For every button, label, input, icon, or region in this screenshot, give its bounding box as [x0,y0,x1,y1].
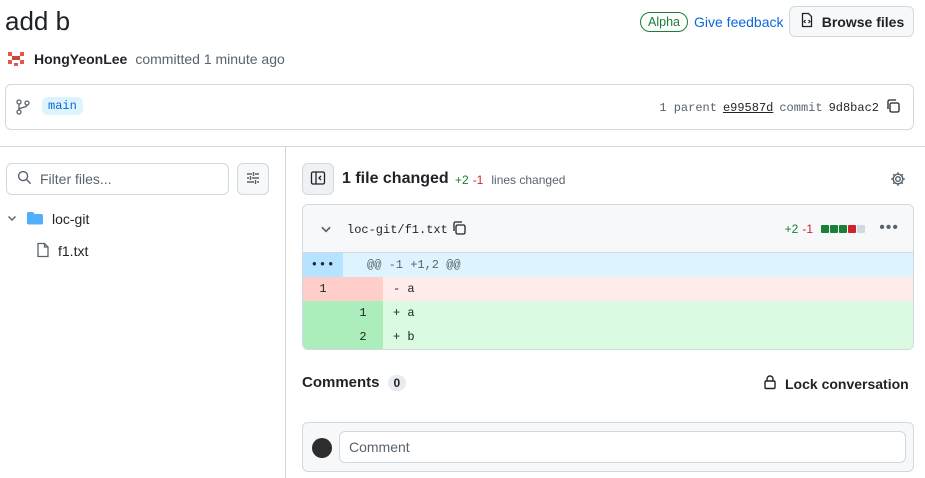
file-code-icon [799,12,815,31]
comments-title: Comments [302,374,380,391]
browse-files-label: Browse files [821,13,905,30]
diff-row: 1 + a [303,301,913,325]
hunk-row: ••• @@ -1 +1,2 @@ [303,253,913,277]
old-line-number[interactable] [303,325,343,349]
diff-file-path[interactable]: loc-git/f1.txt [347,223,448,237]
diff-code: - a [393,282,415,296]
folder-label: loc-git [52,211,90,227]
lines-changed-label: lines changed [491,173,566,187]
diff-stat-blocks [821,225,865,233]
comments-count-badge: 0 [387,374,407,391]
diff-stat-block-neutral [857,225,865,233]
lock-conversation-label: Lock conversation [785,375,909,392]
file-label: f1.txt [58,243,89,259]
sidebar-divider [285,147,286,478]
file-additions: +2 [784,222,799,236]
additions-count: +2 [455,173,469,187]
gear-icon [890,171,906,190]
lines-changed-summary: +2 -1 lines changed [455,173,565,187]
new-line-number[interactable]: 2 [343,325,383,349]
alpha-badge: Alpha [640,12,688,32]
file-icon [36,242,50,261]
deletions-count: -1 [472,173,484,187]
new-line-number[interactable]: 1 [343,301,383,325]
branch-name[interactable]: main [42,97,83,115]
copy-icon[interactable] [885,98,901,118]
comment-input[interactable]: Comment [339,431,906,463]
give-feedback-link[interactable]: Give feedback [694,14,784,30]
more-options-icon[interactable]: ••• [879,219,899,237]
author-row: HongYeonLee committed 1 minute ago [6,49,285,69]
commit-meta: 1 parent e99587d commit 9d8bac2 [659,98,901,118]
diff-stat-block-add [821,225,829,233]
copy-icon[interactable] [451,220,467,239]
commit-time: committed 1 minute ago [135,51,285,67]
folder-icon [26,210,44,229]
diff-settings-button[interactable] [886,168,910,192]
commit-sha: 9d8bac2 [828,101,879,115]
git-branch-icon [16,99,30,118]
avatar [312,438,332,458]
diff-file-block: loc-git/f1.txt +2 -1 ••• ••• @@ -1 +1,2 … [302,204,914,350]
filter-files-input[interactable]: Filter files... [6,163,229,195]
browse-files-button[interactable]: Browse files [789,6,914,37]
files-changed-count: 1 file changed [342,170,449,187]
diff-stat-block-add [839,225,847,233]
diff-stat: +2 -1 [785,222,865,236]
commit-title: add b [5,6,71,36]
parents-label: 1 parent [659,101,717,115]
old-line-number[interactable]: 1 [303,277,343,301]
sidebar-collapse-icon [310,170,326,189]
commit-label: commit [779,101,823,115]
diff-code: + b [393,330,415,344]
comment-composer: Comment [302,422,914,472]
diff-row: 2 + b [303,325,913,349]
diff-stat-block-del [848,225,856,233]
avatar[interactable] [6,49,26,69]
new-line-number[interactable] [343,277,383,301]
diff-code: + a [393,306,415,320]
diff-file-header: loc-git/f1.txt +2 -1 ••• [303,205,913,253]
hunk-header: @@ -1 +1,2 @@ [367,258,461,272]
lock-icon [763,374,777,393]
chevron-down-icon [6,211,18,227]
expand-hunk-button[interactable]: ••• [303,253,343,277]
tree-folder-loc-git[interactable]: loc-git [6,208,89,230]
filter-files-placeholder: Filter files... [40,171,112,187]
file-deletions: -1 [802,222,813,236]
tree-file-f1[interactable]: f1.txt [36,240,88,262]
comments-heading: Comments 0 [302,374,407,391]
old-line-number[interactable] [303,301,343,325]
comment-placeholder: Comment [349,439,410,455]
sliders-icon [245,170,261,189]
filter-options-button[interactable] [237,163,269,195]
diff-row: 1 - a [303,277,913,301]
toggle-file-tree-button[interactable] [302,163,334,195]
commit-info-box: main 1 parent e99587d commit 9d8bac2 [5,84,914,130]
parent-sha-link[interactable]: e99587d [723,101,773,115]
diff-stat-block-add [830,225,838,233]
search-icon [17,170,32,188]
lock-conversation-button[interactable]: Lock conversation [763,374,909,393]
author-name[interactable]: HongYeonLee [34,51,127,67]
section-divider [0,146,925,147]
chevron-down-icon[interactable] [319,222,333,239]
